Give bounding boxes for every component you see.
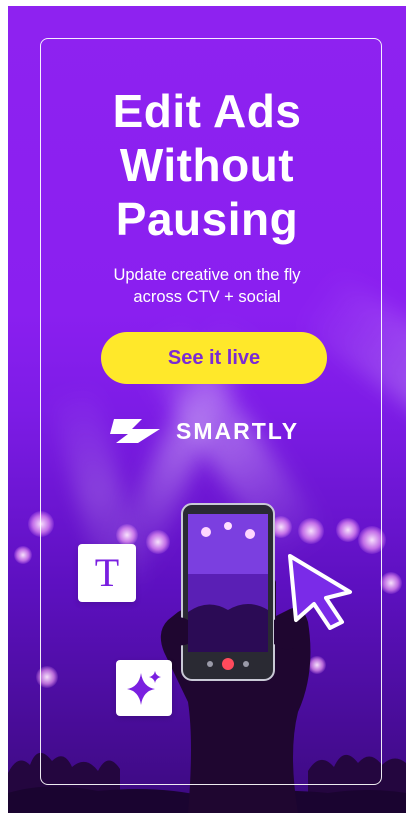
headline-line: Without	[119, 139, 295, 191]
headline-line: Edit Ads	[112, 85, 302, 137]
bokeh-light	[14, 546, 32, 564]
text-format-tile: T	[78, 544, 136, 602]
headline-line: Pausing	[115, 193, 299, 245]
sparkle-icon	[127, 671, 161, 705]
subtitle-line: Update creative on the fly	[113, 266, 301, 284]
brand-name: SMARTLY	[176, 417, 300, 444]
ad-banner[interactable]: Edit Ads Without Pausing Update creative…	[8, 6, 406, 813]
subtitle: Update creative on the fly across CTV + …	[8, 264, 406, 308]
bokeh-light	[380, 572, 402, 594]
smartly-logo[interactable]: SMARTLY	[108, 416, 299, 446]
text-format-icon: T	[94, 550, 120, 595]
headline: Edit Ads Without Pausing	[8, 84, 406, 246]
subtitle-line: across CTV + social	[133, 288, 281, 306]
pointer-cursor-icon	[288, 554, 352, 630]
sparkle-tile	[116, 660, 172, 716]
see-it-live-button[interactable]: See it live	[101, 332, 327, 384]
bolt-logo-icon	[110, 419, 160, 443]
